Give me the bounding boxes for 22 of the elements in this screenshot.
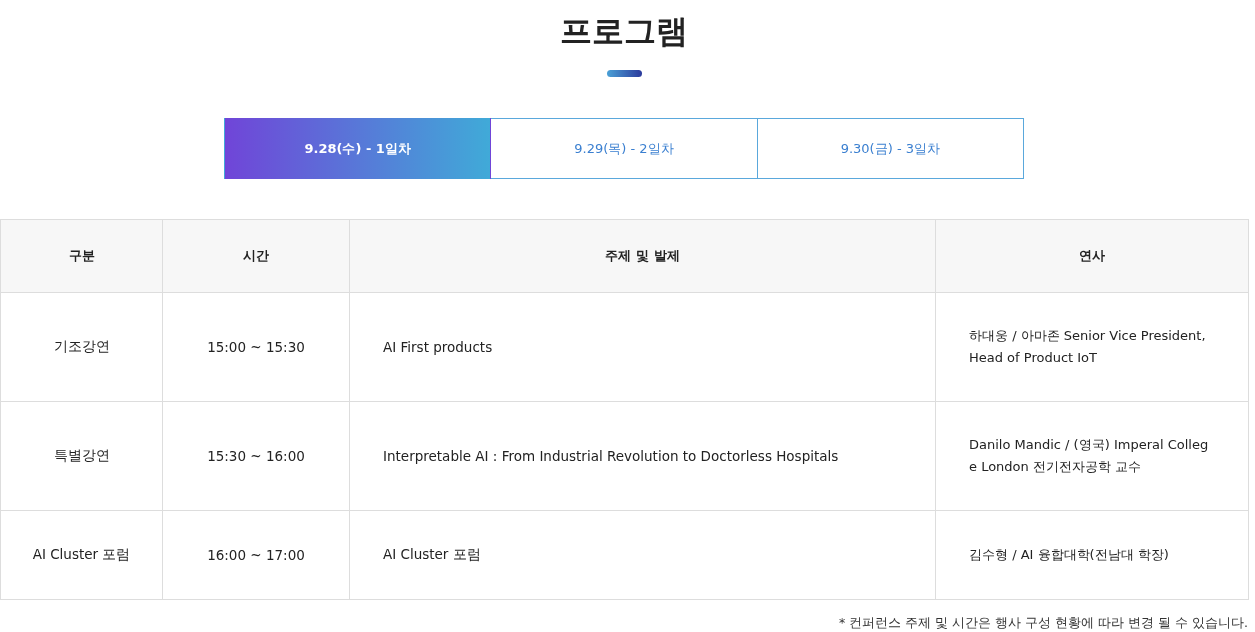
column-header: 주제 및 발제 (349, 219, 936, 293)
table-cell: 특별강연 (0, 401, 163, 511)
table-cell: AI First products (349, 292, 936, 402)
table-cell: 15:00 ~ 15:30 (162, 292, 350, 402)
table-cell: AI Cluster 포럼 (0, 510, 163, 600)
day-tab[interactable]: 9.28(수) - 1일차 (224, 118, 492, 179)
day-tab[interactable]: 9.29(목) - 2일차 (491, 118, 758, 179)
table-cell: Interpretable AI : From Industrial Revolution to Doctorless Hospitals (349, 401, 936, 511)
table-cell: 15:30 ~ 16:00 (162, 401, 350, 511)
column-header: 연사 (935, 219, 1249, 293)
footnote: * 컨퍼런스 주제 및 시간은 행사 구성 현황에 따라 변경 될 수 있습니다. (839, 615, 1248, 632)
table-cell: 기조강연 (0, 292, 163, 402)
table-cell: 하대웅 / 아마존 Senior Vice President, Head of Product IoT (935, 292, 1249, 402)
column-header: 시간 (162, 219, 350, 293)
title-underline (606, 70, 642, 77)
day-tab[interactable]: 9.30(금) - 3일차 (757, 118, 1024, 179)
page-title: 프로그램 (559, 12, 689, 50)
column-header: 구분 (0, 219, 163, 293)
table-cell: 16:00 ~ 17:00 (162, 510, 350, 600)
table-cell: AI Cluster 포럼 (349, 510, 936, 600)
table-cell: 김수형 / AI 융합대학(전남대 학장) (935, 510, 1249, 600)
table-cell: Danilo Mandic / (영국) Imperal Colleg e London 전기전자공학 교수 (935, 401, 1249, 511)
